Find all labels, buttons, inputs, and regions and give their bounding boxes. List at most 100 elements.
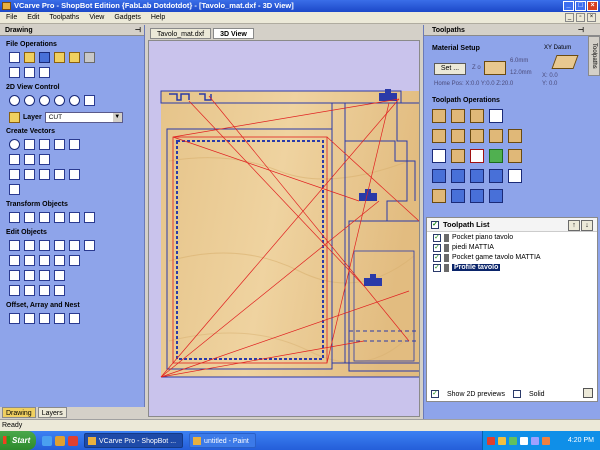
draw-polygon-icon[interactable] — [54, 139, 65, 150]
smooth-icon[interactable] — [9, 270, 20, 281]
menu-view[interactable]: View — [89, 14, 104, 21]
pocket-toolpath-icon[interactable] — [451, 109, 465, 123]
menu-edit[interactable]: Edit — [27, 14, 39, 21]
tab-icon[interactable] — [54, 285, 65, 296]
export-toolpath-icon[interactable] — [489, 189, 503, 203]
minimize-button[interactable]: _ — [563, 1, 574, 11]
extend-icon[interactable] — [69, 255, 80, 266]
volume-icon[interactable] — [542, 436, 550, 445]
preview-toolpaths-icon[interactable] — [432, 169, 446, 183]
taskbar-item-paint[interactable]: untitled - Paint — [189, 433, 256, 448]
break-icon[interactable] — [24, 285, 35, 296]
array-icon[interactable] — [24, 313, 35, 324]
pan-icon[interactable] — [84, 95, 95, 106]
draw-text-icon[interactable] — [9, 169, 20, 180]
weld-icon[interactable] — [54, 240, 65, 251]
open-file-icon[interactable] — [24, 52, 35, 63]
recalculate-icon[interactable] — [451, 149, 465, 163]
offset-icon[interactable] — [9, 313, 20, 324]
paste-icon[interactable] — [39, 67, 50, 78]
corner-icon[interactable] — [54, 270, 65, 281]
scale-icon[interactable] — [24, 212, 35, 223]
save-toolpath-icon[interactable] — [451, 189, 465, 203]
text-on-curve-icon[interactable] — [24, 169, 35, 180]
zoom-material-icon[interactable] — [69, 95, 80, 106]
tab-layers[interactable]: Layers — [37, 407, 67, 418]
set-size-icon[interactable] — [84, 212, 95, 223]
toolpath-checkbox[interactable]: ✓ — [433, 263, 441, 272]
chrome-icon[interactable] — [68, 435, 78, 446]
fluting-toolpath-icon[interactable] — [470, 129, 484, 143]
node-edit-icon[interactable] — [9, 240, 20, 251]
draw-ellipse-icon[interactable] — [24, 139, 35, 150]
spiral-icon[interactable] — [24, 270, 35, 281]
import-bitmap-icon[interactable] — [69, 52, 80, 63]
zoom-out-icon[interactable] — [39, 95, 50, 106]
drilling-toolpath-icon[interactable] — [470, 109, 484, 123]
fit-curves-icon[interactable] — [69, 169, 80, 180]
zoom-box-icon[interactable] — [54, 95, 65, 106]
pin-icon[interactable]: ⊣ — [578, 25, 584, 36]
auto-layout-text-icon[interactable] — [39, 169, 50, 180]
toolpath-list-item-selected[interactable]: ✓ Profile tavolo — [427, 263, 597, 272]
toolpath-list-master-checkbox[interactable]: ✓ — [431, 220, 439, 229]
vcarve-toolpath-icon[interactable] — [432, 129, 446, 143]
toolpath-list-item[interactable]: ✓ Pocket game tavolo MATTIA — [427, 253, 597, 262]
save-icon[interactable] — [39, 52, 50, 63]
undo-icon[interactable] — [84, 52, 95, 63]
draw-circle-icon[interactable] — [9, 139, 20, 150]
doc-minimize-button[interactable]: _ — [565, 13, 574, 22]
ie-icon[interactable] — [42, 435, 52, 446]
draw-polyline-icon[interactable] — [9, 154, 20, 165]
dimensions-icon[interactable] — [54, 169, 65, 180]
text-toolpath-icon[interactable] — [489, 109, 503, 123]
slot-icon[interactable] — [39, 270, 50, 281]
group-icon[interactable] — [24, 240, 35, 251]
new-file-icon[interactable] — [9, 52, 20, 63]
profile-toolpath-icon[interactable] — [432, 109, 446, 123]
tray-icon[interactable] — [487, 436, 495, 445]
edit-toolpath-icon[interactable] — [432, 149, 446, 163]
tool-database-icon[interactable] — [432, 189, 446, 203]
close-button[interactable]: × — [587, 1, 598, 11]
tray-icon[interactable] — [498, 436, 506, 445]
prism-toolpath-icon[interactable] — [451, 129, 465, 143]
tray-icon[interactable] — [520, 436, 528, 445]
nest-icon[interactable] — [54, 313, 65, 324]
cut-icon[interactable] — [9, 67, 20, 78]
import-icon[interactable] — [54, 52, 65, 63]
draw-curve-icon[interactable] — [24, 154, 35, 165]
mirror-icon[interactable] — [54, 212, 65, 223]
zoom-extents-icon[interactable] — [9, 95, 20, 106]
visualize-icon[interactable] — [470, 189, 484, 203]
dog-bone-icon[interactable] — [9, 285, 20, 296]
draw-rectangle-icon[interactable] — [39, 139, 50, 150]
copy-icon[interactable] — [24, 67, 35, 78]
preview-all-icon[interactable] — [451, 169, 465, 183]
circular-array-icon[interactable] — [39, 313, 50, 324]
menu-gadgets[interactable]: Gadgets — [114, 14, 140, 21]
doc-restore-button[interactable]: ▫ — [576, 13, 585, 22]
time-estimate-icon[interactable] — [489, 169, 503, 183]
ungroup-icon[interactable] — [39, 240, 50, 251]
step-repeat-icon[interactable] — [69, 313, 80, 324]
subtract-icon[interactable] — [24, 255, 35, 266]
tab-drawing[interactable]: Drawing — [2, 407, 36, 418]
move-down-button[interactable]: ↓ — [581, 220, 593, 231]
tray-icon[interactable] — [531, 436, 539, 445]
convert-icon[interactable] — [39, 285, 50, 296]
tab-3d-view[interactable]: 3D View — [213, 28, 254, 39]
toolpath-template-icon[interactable] — [489, 149, 503, 163]
solid-checkbox[interactable] — [512, 390, 521, 398]
trim-icon[interactable] — [69, 240, 80, 251]
toolpath-list-item[interactable]: ✓ piedi MATTIA — [427, 243, 597, 252]
menu-toolpaths[interactable]: Toolpaths — [49, 14, 79, 21]
move-icon[interactable] — [9, 212, 20, 223]
toolpath-checkbox[interactable]: ✓ — [433, 253, 441, 262]
summary-icon[interactable] — [508, 169, 522, 183]
3d-view-canvas[interactable] — [148, 40, 420, 417]
tab-2d-document[interactable]: Tavolo_mat.dxf — [150, 28, 212, 39]
toolpath-checkbox[interactable]: ✓ — [433, 233, 441, 242]
show-2d-previews-checkbox[interactable]: ✓ — [431, 390, 439, 398]
draw-star-icon[interactable] — [69, 139, 80, 150]
